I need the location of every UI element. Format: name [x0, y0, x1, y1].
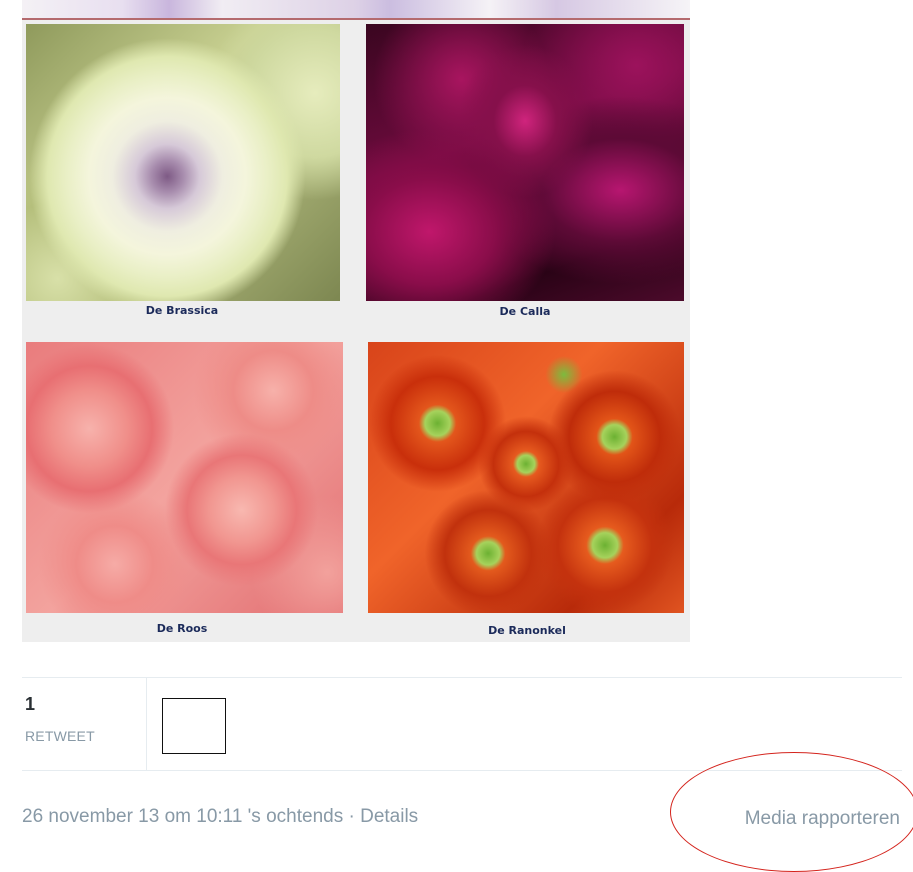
roos-photo [26, 342, 343, 613]
image-top-strip [22, 0, 690, 20]
tweet-metadata: 26 november 13 om 10:11 's ochtends · De… [22, 806, 418, 828]
caption-brassica: De Brassica [145, 304, 219, 317]
retweet-stat[interactable]: 1 RETWEET [22, 678, 147, 770]
stats-divider-top [22, 677, 902, 678]
retweet-label: RETWEET [25, 728, 95, 744]
details-link[interactable]: Details [360, 806, 418, 827]
retweeter-avatar[interactable] [162, 698, 226, 754]
caption-calla: De Calla [499, 305, 551, 318]
brassica-photo [26, 24, 340, 301]
meta-separator: · [348, 806, 355, 827]
caption-ranonkel: De Ranonkel [488, 624, 566, 637]
calla-photo [366, 24, 684, 301]
tweet-timestamp-link[interactable]: 26 november 13 om 10:11 's ochtends [22, 806, 343, 827]
flower-collage-image[interactable]: De Brassica De Calla De Roos De Ranonkel [22, 20, 690, 642]
ranonkel-photo [368, 342, 684, 613]
caption-roos: De Roos [156, 622, 208, 635]
retweet-count: 1 [25, 694, 36, 714]
annotation-circle [670, 752, 913, 872]
